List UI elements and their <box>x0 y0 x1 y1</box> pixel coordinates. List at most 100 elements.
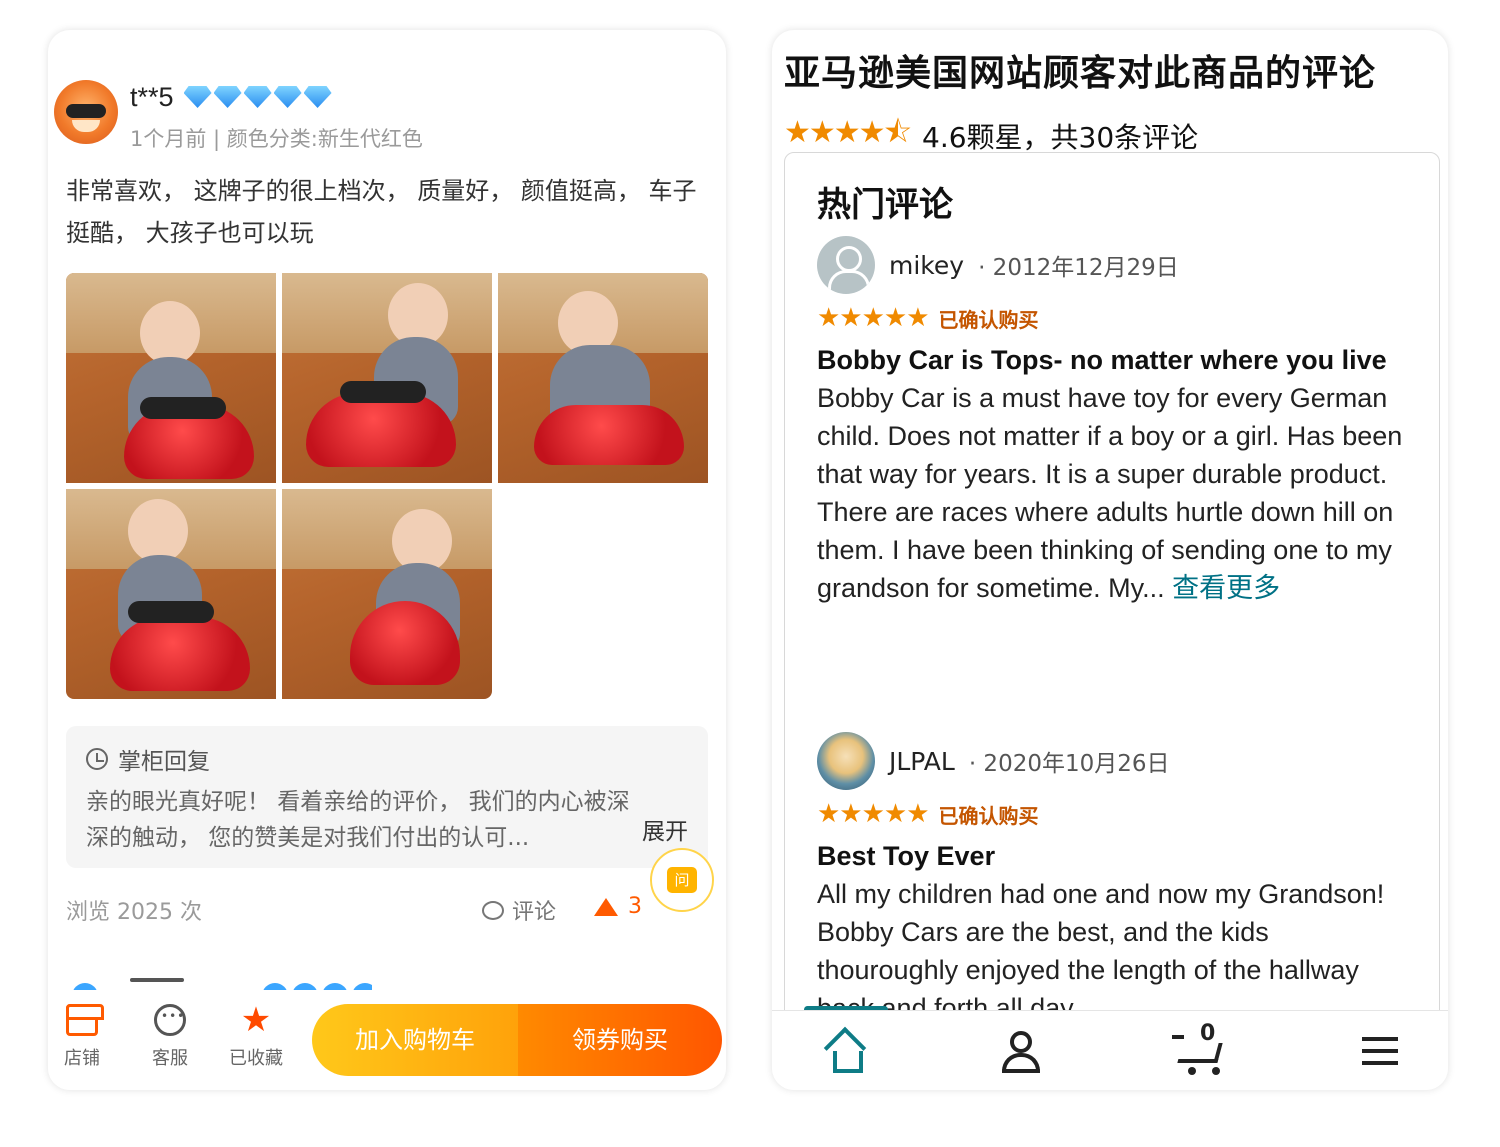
comment-bubble-icon <box>482 900 504 920</box>
diamond-icon <box>243 86 272 108</box>
diamond-icon <box>303 86 332 108</box>
cart-basket-shape <box>1177 1043 1223 1063</box>
store-icon <box>66 1004 104 1036</box>
review-photo-grid <box>66 273 708 699</box>
view-count: 浏览 2025 次 <box>66 900 202 925</box>
favorite-button[interactable]: ★ 已收藏 <box>226 1003 286 1070</box>
review-photo[interactable] <box>66 489 276 699</box>
account-head-shape <box>1010 1031 1032 1053</box>
reviewer-name[interactable]: t**5 <box>130 82 174 113</box>
account-icon[interactable] <box>998 1031 1048 1075</box>
review-item: mikey · 2012年12月29日 ★★★★★ 已确认购买 Bobby Ca… <box>817 235 1407 608</box>
thumb-up-arrow-icon <box>594 897 618 916</box>
photo-toy-car <box>534 405 684 465</box>
review-photo[interactable] <box>282 273 492 483</box>
reviewer-name[interactable]: mikey <box>889 251 964 280</box>
photo-steering-wheel <box>140 397 226 419</box>
photo-child-head <box>128 499 188 563</box>
seller-reply-title: 掌柜回复 <box>118 749 210 775</box>
review-item: JLPAL · 2020年10月26日 ★★★★★ 已确认购买 Best Toy… <box>817 731 1407 1027</box>
home-walls-shape <box>833 1051 863 1073</box>
diamond-icon <box>352 983 372 990</box>
review-rating-row: ★★★★★ 已确认购买 <box>817 799 1407 829</box>
top-reviews-card: 热门评论 mikey · 2012年12月29日 ★★★★★ 已确认购买 Bob… <box>784 152 1440 1032</box>
review-photo[interactable] <box>66 273 276 483</box>
coupon-buy-button[interactable]: 领券购买 <box>518 1004 722 1076</box>
photo-child-head <box>140 301 200 365</box>
expand-reply-button[interactable]: 展开 <box>642 812 688 846</box>
review-photo[interactable] <box>498 273 708 483</box>
review-body-text: All my children had one and now my Grand… <box>817 879 1385 1023</box>
review-header: JLPAL · 2020年10月26日 <box>817 731 1407 791</box>
seller-reply: 掌柜回复 亲的眼光真好呢！ 看着亲给的评价， 我们的内心被深深的触动， 您的赞美… <box>66 726 708 868</box>
amazon-review-panel: 亚马逊美国网站顾客对此商品的评论 ★★★★⯪ 4.6颗星，共30条评论 热门评论… <box>772 30 1448 1090</box>
reviewer-avatar[interactable] <box>817 732 875 790</box>
review-meta: 1个月前 | 颜色分类:新生代红色 <box>130 127 423 151</box>
menu-bar-shape <box>1362 1049 1398 1053</box>
favorite-label: 已收藏 <box>229 1048 283 1069</box>
add-to-cart-button[interactable]: 加入购物车 <box>312 1004 518 1076</box>
cart-count-badge: 0 <box>1200 1021 1216 1046</box>
seller-reply-header: 掌柜回复 <box>86 742 688 776</box>
photo-steering-wheel <box>340 381 426 403</box>
review-stars-icon: ★★★★★ <box>817 303 930 333</box>
bottom-action-bar: 店铺 客服 ★ 已收藏 加入购物车 领券购买 <box>48 992 726 1090</box>
cart-icon[interactable]: 0 <box>1172 1021 1232 1075</box>
reviewer-name[interactable]: JLPAL <box>889 747 955 776</box>
photo-toy-car <box>110 617 250 691</box>
default-avatar-icon[interactable] <box>817 236 875 294</box>
member-level-badge <box>183 86 332 108</box>
reviewer-avatar[interactable] <box>54 80 118 144</box>
photo-background <box>282 273 492 353</box>
review-title[interactable]: Best Toy Ever <box>817 837 1407 875</box>
comment-button[interactable]: 评论 <box>482 894 556 926</box>
diamond-icon <box>213 86 242 108</box>
reviewer-name-edge <box>130 978 184 982</box>
review-rating-row: ★★★★★ 已确认购买 <box>817 303 1407 333</box>
customer-service-label: 客服 <box>152 1048 188 1069</box>
reviewer-header: t**5 <box>130 80 332 114</box>
like-count: 3 <box>628 894 642 919</box>
diamond-icon <box>183 86 212 108</box>
review-stats: 浏览 2025 次 评论 3 <box>66 894 706 926</box>
avatar-mask-shape <box>66 104 106 118</box>
review-date: · 2012年12月29日 <box>978 255 1179 281</box>
review-body: Bobby Car is a must have toy for every G… <box>817 379 1407 608</box>
menu-icon[interactable] <box>1358 1031 1408 1075</box>
clock-icon <box>86 748 108 770</box>
cart-wheel-shape <box>1188 1067 1196 1075</box>
diamond-icon <box>322 983 348 990</box>
verified-purchase-badge: 已确认购买 <box>938 803 1039 828</box>
next-review-peek <box>72 976 372 990</box>
diamond-icon <box>262 983 288 990</box>
photo-steering-wheel <box>128 601 214 623</box>
customer-service-button[interactable]: 客服 <box>140 1004 200 1070</box>
diamond-icon <box>273 86 302 108</box>
diamond-icon <box>292 983 318 990</box>
like-button[interactable]: 3 <box>594 894 642 919</box>
menu-bar-shape <box>1362 1061 1398 1065</box>
store-button[interactable]: 店铺 <box>52 1004 112 1070</box>
store-label: 店铺 <box>64 1048 100 1069</box>
see-more-link[interactable]: 查看更多 <box>1172 573 1280 604</box>
review-title[interactable]: Bobby Car is Tops- no matter where you l… <box>817 341 1407 379</box>
account-body-shape <box>1002 1053 1040 1073</box>
home-icon[interactable] <box>823 1026 874 1075</box>
section-title: 热门评论 <box>817 185 953 225</box>
review-stars-icon: ★★★★★ <box>817 799 930 829</box>
review-header: mikey · 2012年12月29日 <box>817 235 1407 295</box>
page-title: 亚马逊美国网站顾客对此商品的评论 <box>784 53 1377 94</box>
avatar-edge-shape <box>72 983 98 990</box>
menu-bar-shape <box>1362 1037 1398 1041</box>
taobao-review-panel: t**5 1个月前 | 颜色分类:新生代红色 非常喜欢， 这牌子的很上档次， 质… <box>48 30 726 1090</box>
verified-purchase-badge: 已确认购买 <box>938 307 1039 332</box>
rating-summary: 4.6颗星，共30条评论 <box>922 120 1199 154</box>
photo-toy-car <box>306 393 456 467</box>
chat-face-icon <box>154 1004 186 1036</box>
review-photo[interactable] <box>282 489 492 699</box>
cart-handle-shape <box>1172 1035 1184 1039</box>
review-text: 非常喜欢， 这牌子的很上档次， 质量好， 颜值挺高， 车子挺酷， 大孩子也可以玩 <box>66 177 697 247</box>
seller-reply-text: 亲的眼光真好呢！ 看着亲给的评价， 我们的内心被深深的触动， 您的赞美是对我们付… <box>86 789 630 851</box>
review-date: · 2020年10月26日 <box>968 751 1170 777</box>
cart-wheel-shape <box>1212 1067 1220 1075</box>
